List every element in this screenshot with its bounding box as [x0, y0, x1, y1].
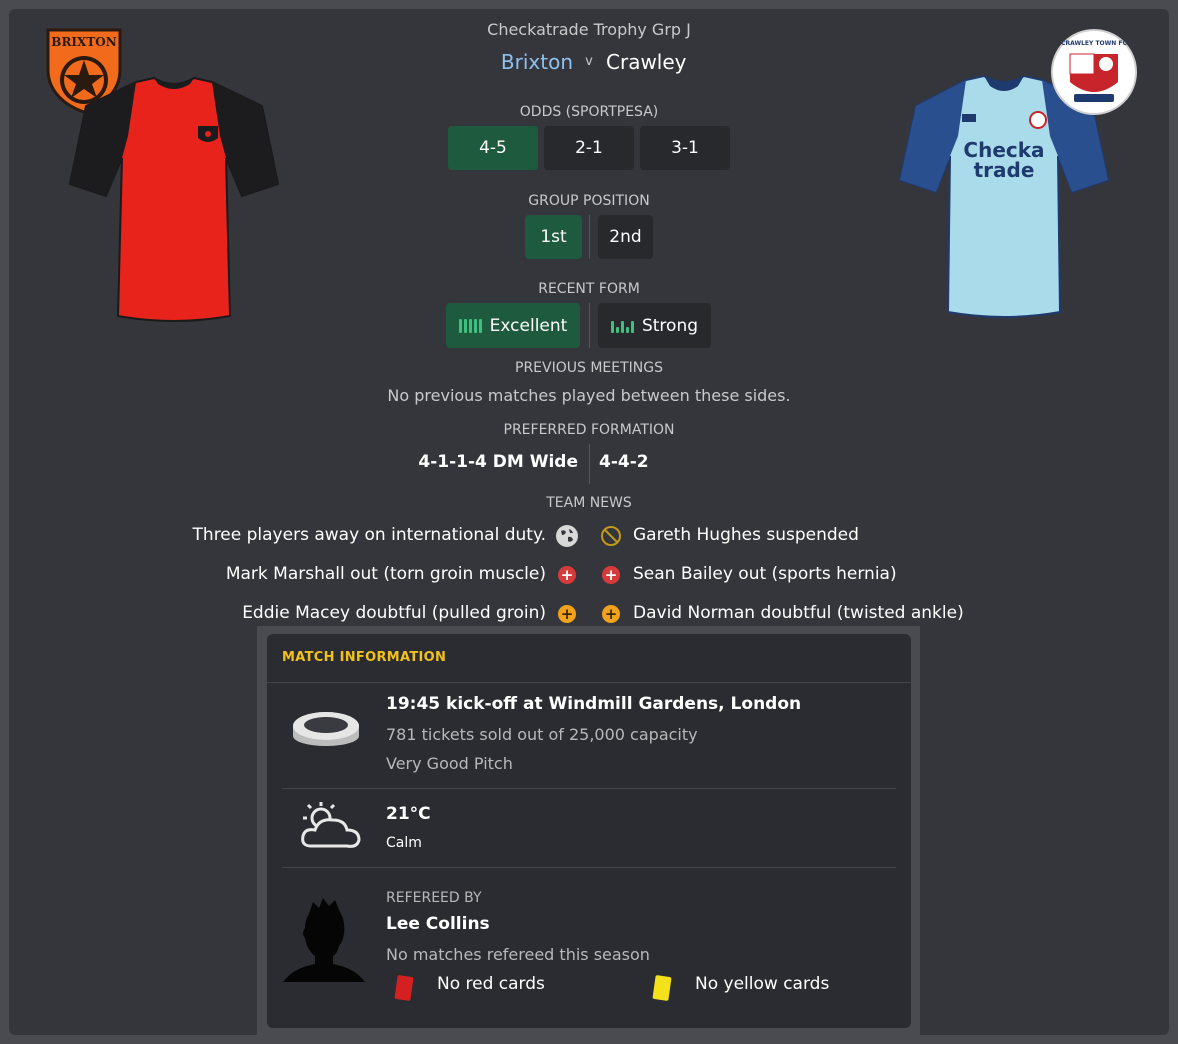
- versus-label: v: [585, 54, 593, 69]
- competition-title[interactable]: Checkatrade Trophy Grp J: [0, 20, 1178, 39]
- away-recent-form[interactable]: Strong: [598, 303, 711, 348]
- home-news-item[interactable]: Three players away on international duty…: [193, 525, 546, 545]
- wind-text: Calm: [386, 835, 422, 851]
- red-cards-text: No red cards: [437, 974, 545, 994]
- previous-meetings-title: PREVIOUS MEETINGS: [515, 360, 663, 376]
- form-bar: [625, 326, 629, 333]
- doubtful-icon: +: [558, 605, 576, 623]
- form-bar: [630, 321, 634, 333]
- tickets-text: 781 tickets sold out of 25,000 capacity: [386, 725, 698, 744]
- referee-label: REFEREED BY: [386, 890, 482, 906]
- stadium-icon: [291, 704, 361, 748]
- away-group-position: 2nd: [598, 215, 653, 259]
- away-news-item[interactable]: Gareth Hughes suspended: [633, 525, 859, 545]
- home-team-name[interactable]: Brixton: [501, 50, 573, 74]
- away-badge-text: CRAWLEY TOWN FC: [1061, 40, 1127, 47]
- pitch-condition-text: Very Good Pitch: [386, 754, 513, 773]
- away-form-bars-icon: [610, 319, 634, 333]
- group-position-divider: [589, 215, 590, 259]
- odds-draw-button[interactable]: 2-1: [544, 126, 634, 170]
- fixture-teams: Brixton v Crawley: [0, 50, 1178, 78]
- home-form-label: Excellent: [489, 315, 568, 336]
- venue-text[interactable]: 19:45 kick-off at Windmill Gardens, Lond…: [386, 694, 801, 714]
- previous-meetings-text: No previous matches played between these…: [387, 386, 791, 405]
- formation-divider: [589, 444, 590, 484]
- referee-silhouette-icon[interactable]: [283, 894, 367, 984]
- injury-icon: +: [558, 566, 576, 584]
- group-position-title: GROUP POSITION: [528, 193, 650, 209]
- away-form-label: Strong: [641, 315, 699, 336]
- referee-stats-text: No matches refereed this season: [386, 945, 650, 964]
- home-news-item[interactable]: Eddie Macey doubtful (pulled groin): [242, 603, 546, 623]
- globe-icon: [556, 525, 578, 547]
- match-information-title: MATCH INFORMATION: [282, 650, 447, 665]
- home-recent-form[interactable]: Excellent: [446, 303, 580, 348]
- suspended-icon: [601, 526, 621, 546]
- away-news-item[interactable]: Sean Bailey out (sports hernia): [633, 564, 897, 584]
- divider: [282, 867, 896, 868]
- form-bar: [620, 321, 624, 333]
- referee-name[interactable]: Lee Collins: [386, 914, 490, 934]
- divider: [267, 682, 911, 683]
- odds-away-button[interactable]: 3-1: [640, 126, 730, 170]
- weather-cloudy-icon: [299, 800, 363, 852]
- yellow-cards-text: No yellow cards: [695, 974, 830, 994]
- form-bar: [615, 326, 619, 333]
- away-kit-sponsor: Checka trade: [963, 138, 1045, 182]
- form-bar: [458, 318, 462, 333]
- away-team-name[interactable]: Crawley: [606, 50, 687, 74]
- home-group-position: 1st: [525, 215, 582, 259]
- preferred-formation-title: PREFERRED FORMATION: [503, 422, 675, 438]
- form-bar: [463, 318, 467, 333]
- home-form-bars-icon: [458, 318, 482, 333]
- recent-form-divider: [589, 303, 590, 348]
- temperature-text: 21°C: [386, 804, 431, 824]
- yellow-card-icon: [651, 974, 673, 1002]
- odds-home-button[interactable]: 4-5: [448, 126, 538, 170]
- form-bar: [473, 318, 477, 333]
- doubtful-icon: +: [602, 605, 620, 623]
- away-news-item[interactable]: David Norman doubtful (twisted ankle): [633, 603, 964, 623]
- match-information-card: MATCH INFORMATION 19:45 kick-off at Wind…: [267, 634, 911, 1028]
- team-news-title: TEAM NEWS: [546, 495, 632, 511]
- recent-form-title: RECENT FORM: [538, 281, 640, 297]
- home-news-item[interactable]: Mark Marshall out (torn groin muscle): [226, 564, 546, 584]
- home-formation[interactable]: 4-1-1-4 DM Wide: [418, 452, 578, 472]
- divider: [282, 788, 896, 789]
- away-formation[interactable]: 4-4-2: [599, 452, 649, 472]
- odds-title: ODDS (SPORTPESA): [519, 104, 659, 120]
- injury-icon: +: [602, 566, 620, 584]
- form-bar: [468, 318, 472, 333]
- form-bar: [478, 318, 482, 333]
- form-bar: [610, 321, 614, 333]
- red-card-icon: [393, 974, 415, 1002]
